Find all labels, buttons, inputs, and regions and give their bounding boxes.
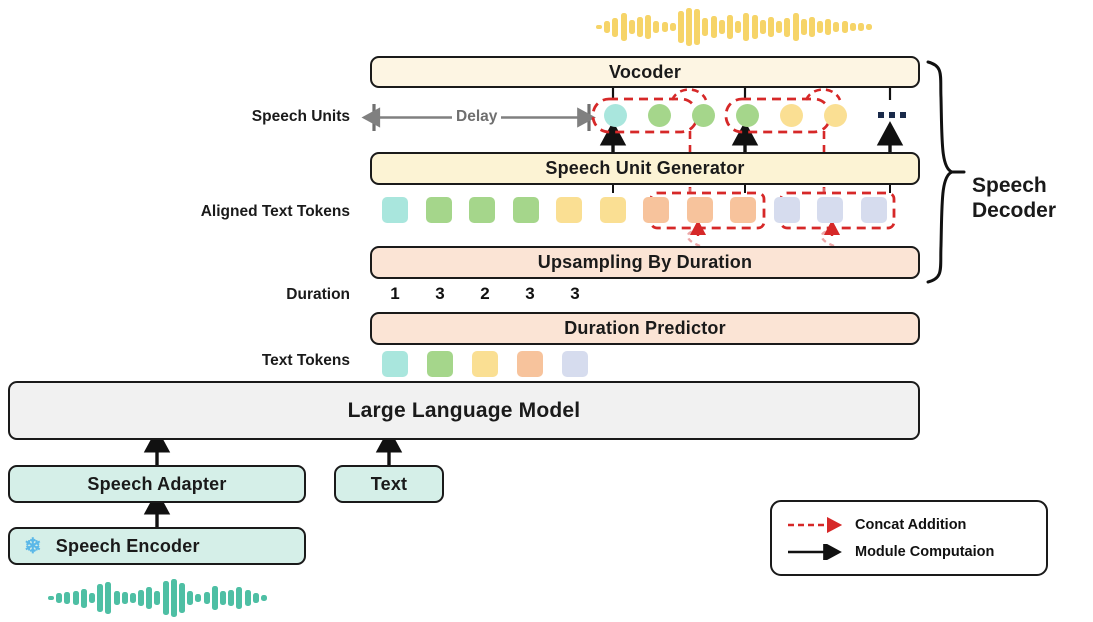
snowflake-icon: ❄	[24, 534, 42, 558]
duration-label-text: Duration	[286, 286, 350, 303]
module-computation-arrow-icon	[788, 543, 842, 560]
module-speech-encoder-label: Speech Encoder	[55, 535, 200, 556]
speech-units-label-text: Speech Units	[251, 108, 350, 125]
speech-unit	[736, 104, 759, 127]
aligned-text-token	[425, 197, 452, 223]
text-token	[382, 351, 408, 377]
speech-unit	[692, 104, 715, 127]
module-upsampling-label: Upsampling By Duration	[537, 252, 753, 272]
module-speech-encoder[interactable]: ❄ Speech Encoder	[8, 527, 306, 565]
module-speech-adapter[interactable]: Speech Adapter	[8, 465, 306, 503]
aligned-text-token	[730, 197, 756, 223]
module-duration-predictor-label: Duration Predictor	[564, 318, 726, 338]
module-vocoder-label: Vocoder	[608, 61, 682, 82]
aligned-text-token	[469, 197, 495, 223]
module-llm-label: Large Language Model	[347, 398, 581, 422]
module-vocoder[interactable]: Vocoder	[370, 56, 920, 88]
aligned-text-token	[643, 197, 669, 223]
speech-decoder-label-line1: Speech	[972, 174, 1047, 197]
legend-label-module-computation: Module Computaion	[855, 543, 995, 560]
aligned-text-token	[686, 197, 713, 223]
duration-value: 3	[435, 284, 445, 303]
aligned-text-token	[512, 197, 539, 223]
concat-addition-arrow-icon	[788, 516, 843, 533]
delay-text: Delay	[456, 108, 498, 125]
module-speech-unit-generator[interactable]: Speech Unit Generator	[370, 152, 920, 185]
row-label-text-tokens: Text Tokens	[190, 352, 350, 370]
module-text-input[interactable]: Text	[334, 465, 444, 503]
text-token	[562, 351, 588, 377]
text-token	[517, 351, 543, 377]
aligned-text-token	[773, 197, 800, 223]
speech-unit	[604, 104, 627, 127]
module-upsampling-by-duration[interactable]: Upsampling By Duration	[370, 246, 920, 279]
aligned-text-token	[599, 197, 626, 223]
duration-value: 2	[480, 284, 490, 303]
aligned-text-token	[860, 197, 887, 223]
input-waveform	[48, 578, 269, 618]
module-speech-unit-generator-label: Speech Unit Generator	[545, 158, 745, 178]
speech-decoder-label: Speech Decoder	[972, 174, 1056, 224]
concat-curved-arrows	[686, 219, 841, 248]
legend-item-module-computation: Module Computaion	[786, 538, 1032, 565]
duration-value: 1	[390, 284, 400, 303]
aligned-token-stems	[612, 185, 891, 193]
duration-value: 3	[525, 284, 535, 303]
row-label-aligned-text-tokens: Aligned Text Tokens	[110, 203, 350, 221]
text-token	[427, 351, 453, 377]
aligned-text-token	[556, 197, 582, 223]
aligned-text-token	[382, 197, 408, 223]
row-label-duration: Duration	[180, 286, 350, 304]
speech-decoder-label-line2: Decoder	[972, 198, 1057, 222]
text-tokens-label-text: Text Tokens	[261, 352, 350, 369]
text-token	[472, 351, 498, 377]
output-waveform	[596, 7, 874, 47]
legend-item-concat-addition: Concat Addition	[786, 511, 1032, 538]
legend-box: Concat Addition Module Computaion	[770, 500, 1048, 576]
aligned-text-token	[817, 197, 843, 223]
duration-value: 3	[570, 284, 580, 303]
delay-annotation: Delay	[452, 108, 502, 126]
speech-unit	[648, 104, 671, 127]
diagram-canvas: Vocoder Speech Units Delay Speech Unit G…	[0, 0, 1093, 622]
module-large-language-model[interactable]: Large Language Model	[8, 381, 920, 440]
module-speech-adapter-label: Speech Adapter	[87, 473, 227, 494]
speech-unit	[824, 104, 847, 127]
module-duration-predictor[interactable]: Duration Predictor	[370, 312, 920, 345]
speech-unit	[780, 104, 803, 127]
legend-label-concat-addition: Concat Addition	[855, 516, 967, 533]
module-text-label: Text	[370, 473, 408, 494]
speech-units-ellipsis-icon	[878, 112, 906, 118]
row-label-speech-units: Speech Units	[150, 108, 350, 126]
speech-decoder-bracket	[926, 60, 966, 284]
aligned-text-tokens-label-text: Aligned Text Tokens	[200, 203, 350, 220]
